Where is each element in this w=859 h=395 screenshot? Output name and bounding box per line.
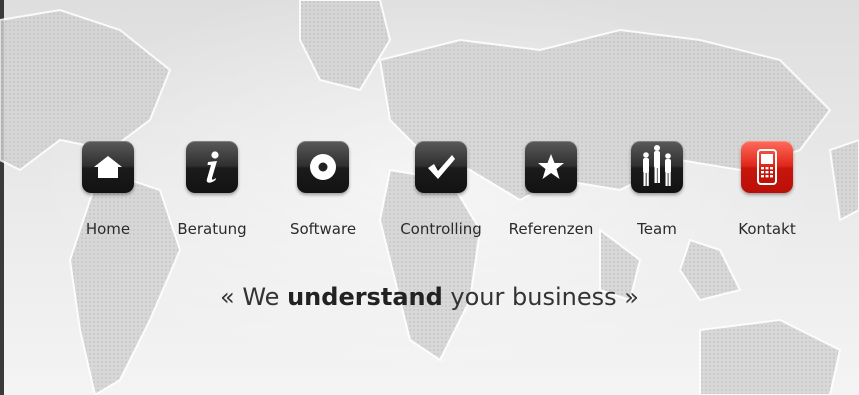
tagline-before: We — [242, 283, 280, 311]
tagline-open-quote: « — [220, 283, 235, 311]
nav-label-home: Home — [85, 220, 131, 238]
beratung-tile[interactable] — [186, 141, 238, 193]
nav-item-beratung[interactable]: Beratung — [164, 141, 260, 246]
nav-label-team: Team — [637, 220, 677, 238]
nav-label-kontakt: Kontakt — [738, 220, 796, 238]
referenzen-tile[interactable] — [525, 141, 577, 193]
tagline-emphasis: understand — [287, 283, 443, 311]
nav-item-referenzen[interactable]: Referenzen — [503, 141, 599, 246]
tagline-close-quote: » — [624, 283, 639, 311]
star-icon — [538, 154, 564, 179]
disc-icon — [310, 154, 336, 180]
tagline-after: your business — [450, 283, 617, 311]
team-tile[interactable] — [631, 141, 683, 193]
controlling-tile[interactable] — [415, 141, 467, 193]
nav-label-referenzen: Referenzen — [508, 220, 594, 238]
kontakt-tile[interactable] — [741, 141, 793, 193]
nav-item-controlling[interactable]: Controlling — [393, 141, 489, 246]
home-icon — [94, 156, 122, 178]
main-navigation: Home Beratung Software Controlling Refer… — [60, 141, 820, 251]
nav-label-software: Software — [289, 220, 357, 238]
software-tile[interactable] — [297, 141, 349, 193]
nav-item-team[interactable]: Team — [609, 141, 705, 246]
nav-item-kontakt[interactable]: Kontakt — [719, 141, 815, 246]
nav-item-home[interactable]: Home — [60, 141, 156, 246]
checkmark-icon — [428, 155, 455, 179]
tagline: « We understand your business » — [0, 283, 859, 311]
hero-banner: Home Beratung Software Controlling Refer… — [0, 0, 859, 395]
team-icon — [643, 145, 671, 186]
nav-item-software[interactable]: Software — [275, 141, 371, 246]
info-icon — [206, 151, 219, 183]
home-tile[interactable] — [82, 141, 134, 193]
nav-label-beratung: Beratung — [177, 220, 247, 238]
mobile-phone-icon — [757, 149, 777, 185]
nav-label-controlling: Controlling — [400, 220, 482, 238]
